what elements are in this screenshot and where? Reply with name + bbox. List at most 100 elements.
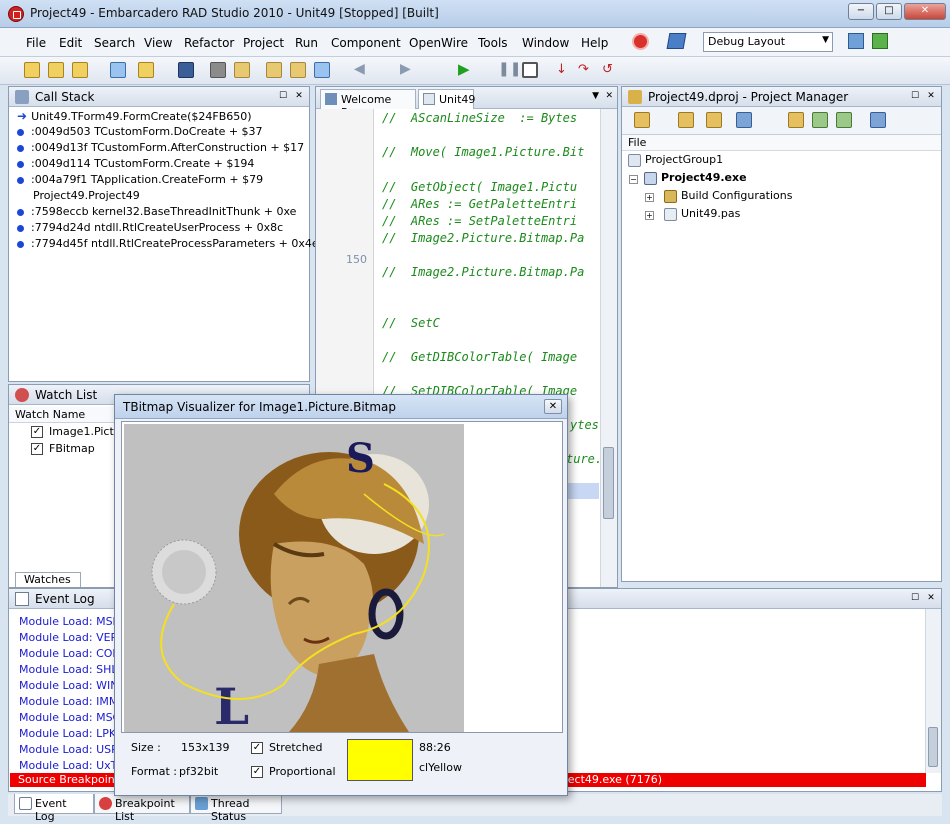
step-over-icon[interactable]: ↷ [578, 62, 594, 78]
save-icon[interactable] [178, 62, 194, 78]
run-icon[interactable]: ▶ [458, 62, 474, 78]
event-log-icon [19, 797, 32, 810]
call-stack-row[interactable]: :0049d114 TCustomForm.Create + $194 [17, 157, 254, 170]
save-layout-icon[interactable] [848, 33, 864, 49]
menu-component[interactable]: Component [331, 36, 401, 50]
tab-unit49[interactable]: Unit49 [418, 89, 475, 109]
tree-project-group[interactable]: ProjectGroup1 [628, 153, 723, 167]
new-items-icon[interactable] [24, 62, 40, 78]
watch-row[interactable]: ✓ FBitmap [31, 442, 95, 455]
maximize-button[interactable]: □ [876, 3, 902, 20]
menu-view[interactable]: View [144, 36, 172, 50]
reset-program-icon[interactable] [522, 62, 538, 78]
pause-icon[interactable]: ❚❚ [498, 62, 521, 78]
tree-project[interactable]: Project49.exe [644, 171, 747, 185]
menu-search[interactable]: Search [94, 36, 135, 50]
tab-list-icon[interactable]: ▼ [592, 91, 599, 101]
new-project-icon[interactable] [678, 112, 694, 128]
event-log-row[interactable]: Module Load: IMM3 [19, 695, 125, 708]
desktop-layout-icon[interactable] [666, 33, 687, 49]
pin-icon[interactable]: ☐ [909, 592, 921, 604]
open-file-icon[interactable] [138, 62, 154, 78]
bitmap-preview-area[interactable]: S L [121, 421, 563, 733]
scrollbar-thumb[interactable] [928, 727, 938, 767]
trace-into-icon[interactable]: ↓ [556, 62, 572, 78]
editor-vertical-scrollbar[interactable] [600, 109, 617, 587]
tab-welcome-page[interactable]: Welcome Page [320, 89, 416, 119]
reopen-icon[interactable] [234, 62, 250, 78]
open-project-icon[interactable] [48, 62, 64, 78]
pin-icon[interactable]: ☐ [277, 90, 289, 102]
watch-enabled-checkbox[interactable]: ✓ [31, 426, 43, 438]
close-pane-icon[interactable]: ✕ [925, 592, 937, 604]
run-until-return-icon[interactable]: ↺ [602, 62, 618, 78]
visualizer-close-button[interactable]: ✕ [544, 399, 562, 414]
tab-event-log[interactable]: Event Log [14, 794, 94, 823]
remove-from-project-icon[interactable] [290, 62, 306, 78]
watches-tab[interactable]: Watches [15, 572, 81, 587]
menu-run[interactable]: Run [295, 36, 318, 50]
new-form-icon[interactable] [110, 62, 126, 78]
menu-tools[interactable]: Tools [478, 36, 508, 50]
call-stack-row[interactable]: :7794d45f ntdll.RtlCreateProcessParamete… [17, 237, 319, 250]
minimize-button[interactable]: − [848, 3, 874, 20]
close-pane-icon[interactable]: ✕ [293, 90, 305, 102]
call-stack-row[interactable]: ➜ Unit49.TForm49.FormCreate($24FB650) [17, 109, 252, 123]
event-log-row[interactable]: Module Load: USP1 [19, 743, 125, 756]
menu-file[interactable]: File [26, 36, 46, 50]
layout-combo[interactable]: Debug Layout ▼ [703, 32, 833, 52]
event-log-row[interactable]: Module Load: VERSI [19, 631, 128, 644]
tree-build-configurations[interactable]: Build Configurations [664, 189, 792, 203]
stretched-checkbox[interactable]: ✓ Stretched [251, 741, 322, 754]
close-pane-icon[interactable]: ✕ [925, 90, 937, 102]
activate-icon[interactable] [634, 112, 650, 128]
call-stack-row[interactable]: :0049d503 TCustomForm.DoCreate + $37 [17, 125, 263, 138]
watch-row[interactable]: ✓ Image1.Pict [31, 425, 114, 438]
event-log-row[interactable]: Module Load: SHLW [19, 663, 127, 676]
call-stack-row[interactable]: :0049d13f TCustomForm.AfterConstruction … [17, 141, 304, 154]
collapse-toggle-icon[interactable]: − [629, 175, 638, 184]
event-log-row[interactable]: Module Load: MSCT [19, 711, 127, 724]
scrollbar-thumb[interactable] [603, 447, 614, 519]
call-stack-row[interactable]: :7598eccb kernel32.BaseThreadInitThunk +… [17, 205, 296, 218]
menu-project[interactable]: Project [243, 36, 284, 50]
list-options-icon[interactable] [870, 112, 886, 128]
expand-toggle-icon[interactable]: + [645, 211, 654, 220]
add-to-project-icon[interactable] [266, 62, 282, 78]
project-options-icon[interactable] [314, 62, 330, 78]
close-file-icon[interactable] [210, 62, 226, 78]
help-lifebuoy-icon[interactable] [632, 33, 649, 50]
project-manager-title: Project49.dproj - Project Manager [648, 90, 849, 104]
event-log-scrollbar[interactable] [925, 609, 941, 773]
back-arrow-icon[interactable]: ◀ [354, 62, 370, 78]
close-window-button[interactable]: ✕ [904, 3, 946, 20]
tab-breakpoint-list[interactable]: Breakpoint List [94, 794, 190, 823]
menu-refactor[interactable]: Refactor [184, 36, 234, 50]
close-tab-icon[interactable]: ✕ [605, 91, 613, 101]
save-all-icon[interactable] [72, 62, 88, 78]
call-stack-row[interactable]: :004a79f1 TApplication.CreateForm + $79 [17, 173, 263, 186]
proportional-checkbox[interactable]: ✓ Proportional [251, 765, 336, 778]
sync-icon[interactable] [788, 112, 804, 128]
watch-enabled-checkbox[interactable]: ✓ [31, 443, 43, 455]
collapse-icon[interactable] [836, 112, 852, 128]
set-debug-layout-icon[interactable] [872, 33, 888, 49]
event-log-row[interactable]: Module Load: WINS [19, 679, 125, 692]
remove-project-icon[interactable] [706, 112, 722, 128]
pin-icon[interactable]: ☐ [909, 90, 921, 102]
tree-unit49-pas[interactable]: Unit49.pas [664, 207, 740, 221]
menu-edit[interactable]: Edit [59, 36, 82, 50]
expand-toggle-icon[interactable]: + [645, 193, 654, 202]
app-icon[interactable] [8, 6, 24, 22]
tab-thread-status[interactable]: Thread Status [190, 794, 282, 823]
menu-openwire[interactable]: OpenWire [409, 36, 468, 50]
file-column-header[interactable]: File [622, 135, 941, 151]
expand-icon[interactable] [812, 112, 828, 128]
call-stack-row[interactable]: Project49.Project49 [17, 189, 140, 202]
forward-arrow-icon[interactable]: ▶ [400, 62, 416, 78]
menu-help[interactable]: Help [581, 36, 608, 50]
call-stack-row[interactable]: :7794d24d ntdll.RtlCreateUserProcess + 0… [17, 221, 283, 234]
menu-window[interactable]: Window [522, 36, 569, 50]
visualizer-info-panel: Size : 153x139 Format : pf32bit ✓ Stretch… [121, 735, 563, 791]
view-icon[interactable] [736, 112, 752, 128]
